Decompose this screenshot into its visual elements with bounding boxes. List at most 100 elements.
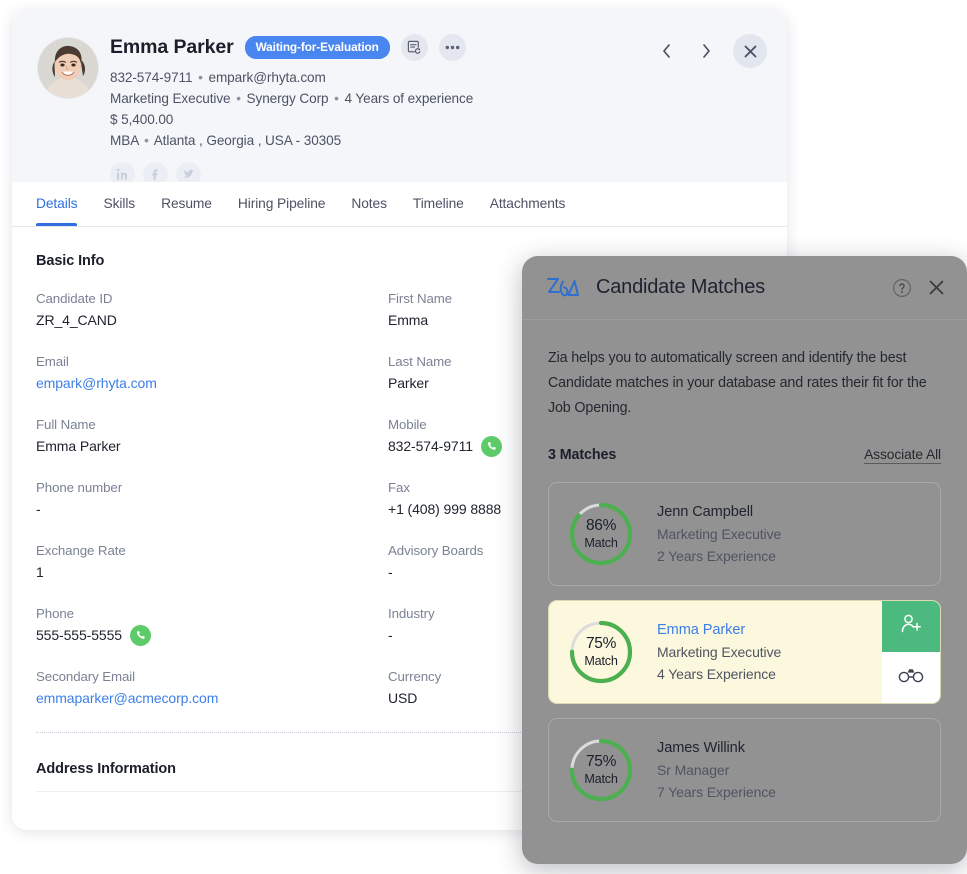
field-label: Phone number	[36, 480, 123, 495]
associate-all-link[interactable]: Associate All	[864, 447, 941, 464]
call-icon[interactable]	[130, 624, 151, 646]
match-list: 86% Match Jenn Campbell Marketing Executive…	[522, 464, 967, 822]
help-icon[interactable]	[892, 278, 912, 298]
record-header: Emma Parker Waiting-for-Evaluation 832-5…	[12, 10, 787, 187]
field-label: Phone	[36, 606, 74, 621]
zia-panel-header: Candidate Matches	[522, 256, 967, 320]
zia-header-actions	[892, 278, 945, 298]
match-score-ring: 86% Match	[549, 500, 653, 568]
tab-hiring-pipeline[interactable]: Hiring Pipeline	[238, 182, 326, 226]
zia-panel-title: Candidate Matches	[596, 276, 765, 298]
meta-experience: 4 Years of experience	[344, 91, 474, 106]
close-icon[interactable]	[928, 279, 945, 296]
meta-company: Synergy Corp	[246, 91, 329, 106]
fields-column-left: Candidate ID ZR_4_CAND Email empark@rhyta.c…	[36, 289, 388, 730]
match-role: Marketing Executive	[657, 526, 782, 542]
tab-attachments[interactable]: Attachments	[490, 182, 566, 226]
match-card[interactable]: 75% Match Emma Parker Marketing Executive 4 …	[548, 600, 941, 704]
separator-dot: •	[198, 70, 203, 85]
note-refresh-icon[interactable]	[400, 33, 428, 61]
chevron-right-icon[interactable]	[693, 38, 719, 64]
match-card[interactable]: 75% Match James Willink Sr Manager 7 Years E…	[548, 718, 941, 822]
field-label: Exchange Rate	[36, 543, 126, 558]
chevron-left-icon[interactable]	[653, 38, 679, 64]
call-icon[interactable]	[480, 435, 502, 457]
tab-timeline[interactable]: Timeline	[413, 182, 464, 226]
match-role: Marketing Executive	[657, 644, 782, 660]
tab-notes[interactable]: Notes	[351, 182, 387, 226]
meta-phone: 832-574-9711	[110, 70, 193, 85]
field-phone: Phone 555-555-5555	[36, 604, 388, 646]
field-value-text: -	[388, 627, 393, 643]
zia-logo	[546, 275, 580, 301]
field-value-text: USD	[388, 690, 418, 706]
matches-count: 3 Matches	[548, 447, 617, 463]
zia-description: Zia helps you to automatically screen an…	[548, 350, 927, 416]
field-value-text: -	[388, 564, 393, 580]
field-phone-number: Phone number -	[36, 478, 388, 520]
field-value-text: empark@rhyta.com	[36, 375, 157, 391]
match-experience: 7 Years Experience	[657, 784, 776, 800]
field-value: -	[36, 498, 388, 520]
field-value: Emma Parker	[36, 435, 388, 457]
field-value-text: 555-555-5555	[36, 627, 122, 643]
match-score-ring: 75% Match	[549, 618, 653, 686]
meta-title: Marketing Executive	[110, 91, 231, 106]
separator-dot: •	[334, 91, 339, 106]
close-icon[interactable]	[733, 34, 767, 68]
match-actions	[882, 601, 940, 703]
field-value: 1	[36, 561, 388, 583]
field-exchange-rate: Exchange Rate 1	[36, 541, 388, 583]
field-value[interactable]: emmaparker@acmecorp.com	[36, 687, 388, 709]
field-full-name: Full Name Emma Parker	[36, 415, 388, 457]
field-email: Email empark@rhyta.com	[36, 352, 388, 394]
field-value-text: Emma Parker	[36, 438, 121, 454]
tab-resume[interactable]: Resume	[161, 182, 212, 226]
binoculars-icon	[898, 666, 924, 689]
separator-dot: •	[236, 91, 241, 106]
match-info: Emma Parker Marketing Executive 4 Years Ex…	[653, 619, 882, 685]
field-value-text: 832-574-9711	[388, 438, 473, 454]
tab-details[interactable]: Details	[36, 182, 78, 226]
field-value-text: 1	[36, 564, 44, 580]
field-label: Full Name	[36, 417, 96, 432]
field-label: Email	[36, 354, 69, 369]
match-role: Sr Manager	[657, 762, 730, 778]
field-candidate-id: Candidate ID ZR_4_CAND	[36, 289, 388, 331]
meta-education-line: MBA • Atlanta , Georgia , USA - 30305	[110, 130, 763, 151]
meta-lines: 832-574-9711 • empark@rhyta.com Marketin…	[110, 67, 763, 151]
field-value-text: emmaparker@acmecorp.com	[36, 690, 219, 706]
match-candidate-name: Jenn Campbell	[657, 504, 754, 520]
field-value-text: Emma	[388, 312, 429, 328]
meta-email: empark@rhyta.com	[208, 70, 326, 85]
field-secondary-email: Secondary Email emmaparker@acmecorp.com	[36, 667, 388, 709]
field-value-text: +1 (408) 999 8888	[388, 501, 502, 517]
meta-contact-line: 832-574-9711 • empark@rhyta.com	[110, 67, 763, 88]
zia-candidate-matches-panel: Candidate Matches Zia helps you to autom…	[522, 256, 967, 864]
match-experience: 2 Years Experience	[657, 548, 776, 564]
tab-skills[interactable]: Skills	[103, 182, 135, 226]
page-title: Emma Parker	[110, 35, 234, 58]
tabs-bar: Details Skills Resume Hiring Pipeline Notes T…	[12, 182, 787, 227]
match-info: James Willink Sr Manager 7 Years Experienc…	[653, 737, 940, 803]
meta-location: Atlanta , Georgia , USA - 30305	[153, 133, 342, 148]
more-options-icon[interactable]	[438, 33, 466, 61]
matches-summary-bar: 3 Matches Associate All	[522, 421, 967, 464]
meta-salary: $ 5,400.00	[110, 112, 174, 127]
field-value[interactable]: empark@rhyta.com	[36, 372, 388, 394]
match-experience: 4 Years Experience	[657, 666, 776, 682]
avatar	[38, 38, 98, 98]
meta-education: MBA	[110, 133, 139, 148]
separator-dot: •	[144, 133, 149, 148]
field-value: 555-555-5555	[36, 624, 388, 646]
view-candidate-button[interactable]	[882, 652, 940, 703]
associate-candidate-button[interactable]	[882, 601, 940, 652]
match-candidate-name[interactable]: Emma Parker	[657, 619, 882, 641]
match-score-ring: 75% Match	[549, 736, 653, 804]
match-info: Jenn Campbell Marketing Executive 2 Years …	[653, 501, 940, 567]
header-navigation	[653, 34, 767, 68]
field-label: Candidate ID	[36, 291, 113, 306]
meta-job-line: Marketing Executive • Synergy Corp • 4 Y…	[110, 88, 763, 109]
field-value-text: Parker	[388, 375, 429, 391]
match-card[interactable]: 86% Match Jenn Campbell Marketing Executive…	[548, 482, 941, 586]
